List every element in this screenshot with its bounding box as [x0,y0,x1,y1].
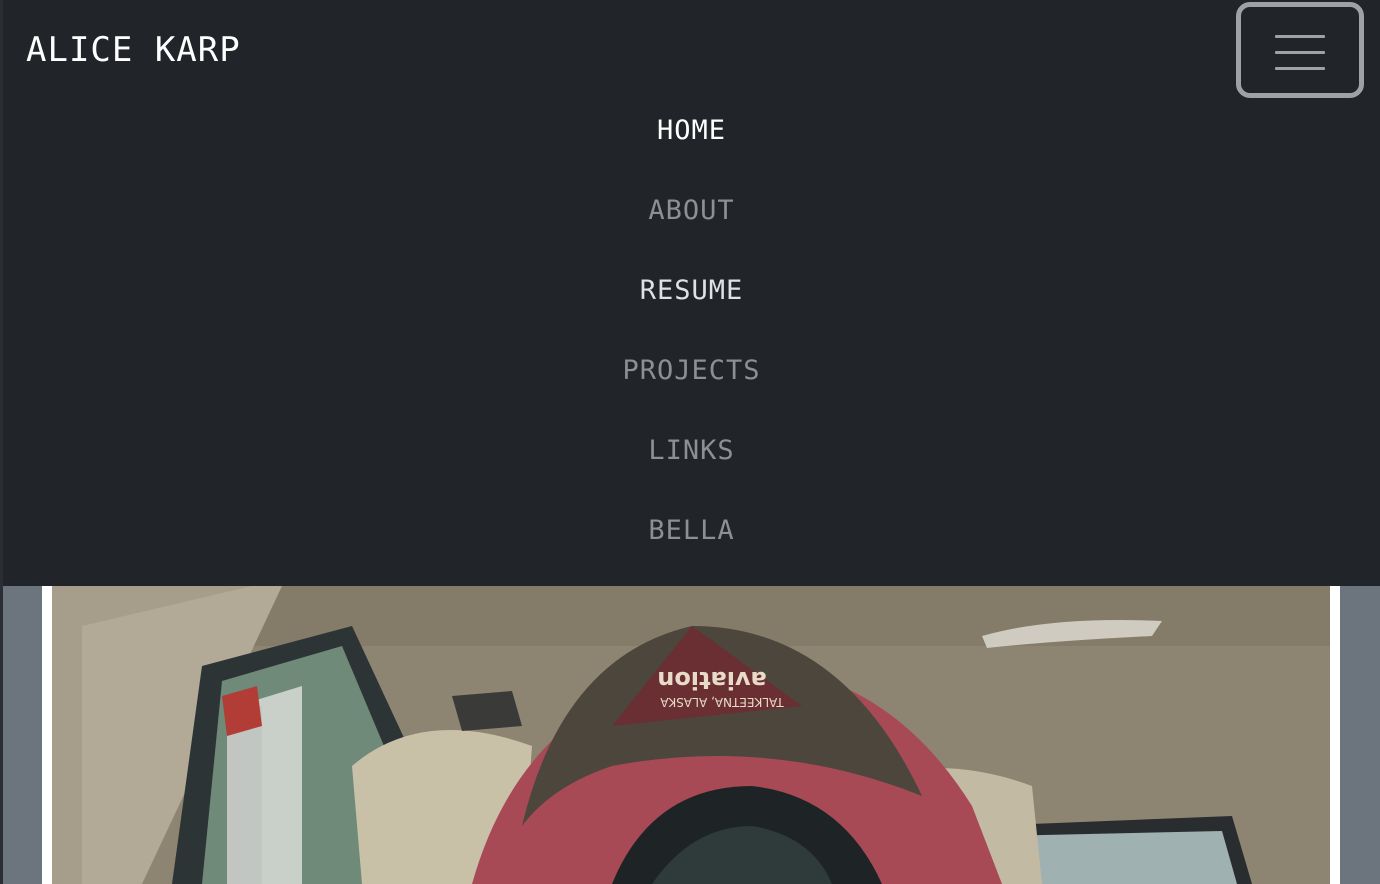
profile-photo-illustration: aviation TALKEETNA, ALASKA [52,586,1330,884]
nav-link-resume[interactable]: RESUME [640,275,744,306]
nav-link-home[interactable]: HOME [657,115,726,146]
profile-photo-card: aviation TALKEETNA, ALASKA [42,586,1340,884]
nav-link-about[interactable]: ABOUT [648,195,734,226]
nav-link-links[interactable]: LINKS [648,435,734,466]
nav-item-about: ABOUT [3,170,1380,250]
nav-link-projects[interactable]: PROJECTS [622,355,760,386]
hamburger-menu-icon [1275,33,1325,71]
nav-item-resume: RESUME [3,250,1380,330]
hat-text-aviation: aviation [657,666,767,694]
nav-item-links: LINKS [3,410,1380,490]
hat-text-location: TALKEETNA, ALASKA [660,695,785,709]
navbar: ALICE KARP HOME ABOUT RESUME PROJECTS LI… [3,0,1380,586]
page: ALICE KARP HOME ABOUT RESUME PROJECTS LI… [0,0,1380,884]
nav-item-projects: PROJECTS [3,330,1380,410]
profile-photo: aviation TALKEETNA, ALASKA [52,586,1330,884]
nav-item-bella: BELLA [3,490,1380,570]
brand-link[interactable]: ALICE KARP [26,28,241,72]
nav-item-home: HOME [3,90,1380,170]
nav-menu: HOME ABOUT RESUME PROJECTS LINKS BELLA [3,90,1380,570]
nav-link-bella[interactable]: BELLA [648,515,734,546]
navbar-toggler-button[interactable] [1236,2,1364,98]
